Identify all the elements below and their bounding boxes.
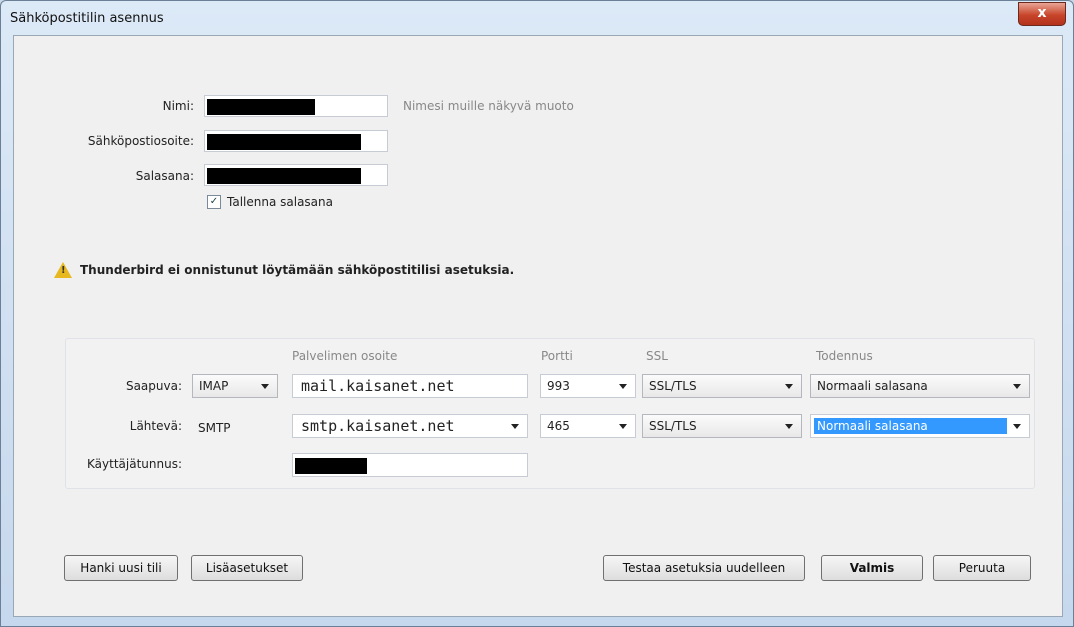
name-field[interactable] [204, 95, 388, 117]
email-redaction [207, 134, 361, 150]
username-field[interactable] [292, 453, 528, 477]
password-field[interactable] [204, 164, 388, 186]
warning-text: Thunderbird ei onnistunut löytämään sähk… [80, 263, 515, 277]
new-account-button[interactable]: Hanki uusi tili [64, 555, 178, 581]
chevron-down-icon[interactable] [511, 424, 519, 429]
remember-password-label: Tallenna salasana [227, 195, 333, 209]
email-field[interactable] [204, 130, 388, 152]
chevron-down-icon [619, 384, 627, 389]
warning-icon: ! [54, 262, 72, 278]
remember-password-row[interactable]: ✓ Tallenna salasana [207, 195, 333, 209]
close-button[interactable]: x [1018, 2, 1066, 26]
outgoing-protocol: SMTP [198, 421, 231, 435]
outgoing-server-input[interactable]: smtp.kaisanet.net [292, 414, 528, 438]
name-label: Nimi: [162, 99, 194, 113]
incoming-port-select[interactable]: 993 [540, 374, 636, 398]
outgoing-ssl-select[interactable]: SSL/TLS [642, 414, 802, 438]
warning-row: ! Thunderbird ei onnistunut löytämään sä… [54, 262, 514, 278]
incoming-auth-select[interactable]: Normaali salasana [810, 374, 1030, 398]
server-settings-box: Palvelimen osoite Portti SSL Todennus Sa… [65, 338, 1035, 489]
password-label: Salasana: [135, 169, 194, 183]
remember-password-checkbox[interactable]: ✓ [207, 195, 221, 209]
dialog-window: Sähköpostitilin asennus x Nimi: Nimesi m… [0, 0, 1074, 627]
username-label: Käyttäjätunnus: [87, 457, 182, 471]
chevron-down-icon [785, 384, 793, 389]
close-icon: x [1037, 5, 1047, 21]
username-redaction [295, 458, 367, 474]
chevron-down-icon [785, 424, 793, 429]
email-label: Sähköpostiosoite: [87, 134, 194, 148]
cancel-button[interactable]: Peruuta [933, 555, 1031, 581]
chevron-down-icon [619, 424, 627, 429]
header-ssl: SSL [646, 349, 668, 363]
done-button[interactable]: Valmis [821, 555, 923, 581]
outgoing-port-select[interactable]: 465 [540, 414, 636, 438]
incoming-ssl-select[interactable]: SSL/TLS [642, 374, 802, 398]
dialog-content: Nimi: Nimesi muille näkyvä muoto Sähköpo… [13, 35, 1063, 617]
name-hint: Nimesi muille näkyvä muoto [403, 99, 574, 113]
chevron-down-icon [1013, 384, 1021, 389]
advanced-settings-button[interactable]: Lisäasetukset [191, 555, 303, 581]
chevron-down-icon [261, 384, 269, 389]
name-redaction [207, 99, 315, 115]
password-redaction [207, 168, 361, 184]
outgoing-label: Lähtevä: [129, 419, 182, 433]
header-port: Portti [541, 349, 573, 363]
header-auth: Todennus [816, 349, 873, 363]
header-server-address: Palvelimen osoite [292, 349, 398, 363]
chevron-down-icon [1013, 424, 1021, 429]
incoming-server-input[interactable]: mail.kaisanet.net [292, 374, 528, 398]
outgoing-auth-select[interactable]: Normaali salasana [810, 414, 1030, 438]
incoming-protocol-select[interactable]: IMAP [192, 374, 278, 398]
outgoing-auth-selected: Normaali salasana [814, 418, 1007, 434]
incoming-label: Saapuva: [125, 379, 182, 393]
window-title: Sähköpostitilin asennus [10, 11, 164, 26]
retest-settings-button[interactable]: Testaa asetuksia uudelleen [603, 555, 805, 581]
title-bar[interactable]: Sähköpostitilin asennus x [1, 1, 1073, 35]
